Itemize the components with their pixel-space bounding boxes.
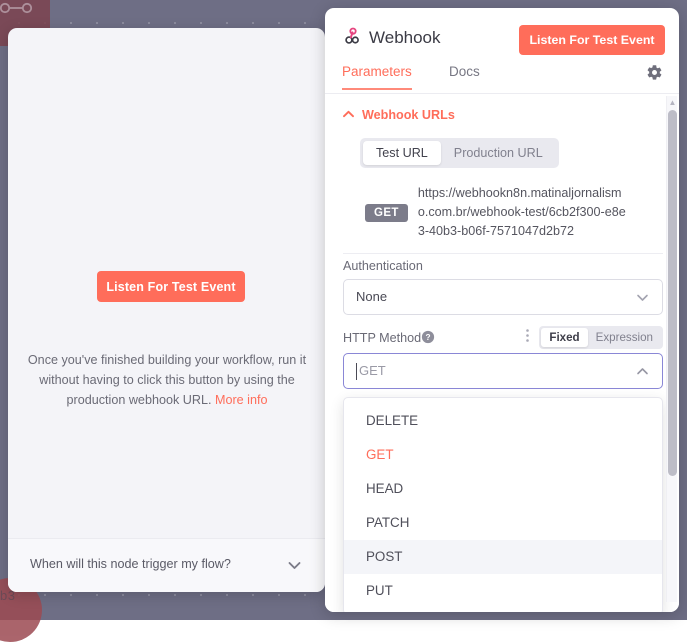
http-method-value: GET [359, 363, 386, 378]
listen-for-test-event-button-header[interactable]: Listen For Test Event [519, 25, 665, 55]
fixed-expression-toggle: Fixed Expression [539, 326, 663, 349]
node-detail-panel: Webhook Listen For Test Event Parameters… [325, 8, 679, 612]
webhook-icon [342, 27, 362, 47]
http-method-label: HTTP Method [343, 331, 421, 345]
text-cursor [356, 363, 357, 380]
authentication-select[interactable]: None [343, 279, 663, 315]
node-title: Webhook [369, 28, 441, 48]
http-method-input[interactable]: GET [343, 353, 663, 389]
trigger-input-panel: Listen For Test Event Once you've finish… [8, 28, 325, 592]
triangle-up-icon[interactable]: ▲ [668, 98, 677, 107]
authentication-label: Authentication [343, 259, 423, 273]
svg-text:?: ? [425, 332, 430, 342]
webhook-url-card: Test URL Production URL GET https://webh… [343, 130, 663, 254]
dropdown-option-head[interactable]: HEAD [344, 472, 662, 506]
webhook-url-row: GET https://webhookn8n.matinaljornalismo… [343, 184, 663, 241]
webhook-url-text[interactable]: https://webhookn8n.matinaljornalismo.com… [418, 184, 632, 241]
production-url-hint: Once you've finished building your workf… [26, 350, 308, 410]
scrollbar-thumb[interactable] [668, 110, 677, 476]
test-url-tab[interactable]: Test URL [363, 141, 441, 165]
workflow-canvas[interactable]: b3 Listen For Test Event Once you've fin… [0, 0, 687, 620]
trigger-question-label: When will this node trigger my flow? [30, 557, 231, 571]
chevron-down-icon [286, 557, 303, 579]
fixed-option[interactable]: Fixed [541, 328, 587, 347]
listen-for-test-event-button[interactable]: Listen For Test Event [97, 271, 245, 302]
gear-icon[interactable] [646, 64, 663, 86]
webhook-urls-section-header[interactable]: Webhook URLs [343, 108, 455, 122]
authentication-value: None [356, 289, 387, 304]
more-info-link[interactable]: More info [215, 393, 268, 407]
parameter-options: Fixed Expression [525, 326, 663, 349]
panel-body: Webhook URLs Test URL Production URL GET… [325, 94, 679, 612]
chevron-up-icon[interactable] [635, 364, 650, 384]
webhook-glyph-icon [0, 0, 34, 16]
trigger-question-accordion[interactable]: When will this node trigger my flow? [8, 538, 325, 592]
http-method-badge: GET [365, 204, 408, 222]
dropdown-option-get[interactable]: GET [344, 438, 662, 472]
url-environment-toggle: Test URL Production URL [360, 138, 559, 168]
dropdown-option-delete[interactable]: DELETE [344, 404, 662, 438]
production-url-tab[interactable]: Production URL [441, 141, 556, 165]
expression-option[interactable]: Expression [588, 328, 661, 347]
dropdown-option-patch[interactable]: PATCH [344, 506, 662, 540]
webhook-urls-label: Webhook URLs [362, 108, 455, 122]
chevron-down-icon [635, 290, 650, 310]
tab-strip: Parameters Docs [325, 62, 679, 94]
drag-dots-icon[interactable] [525, 328, 530, 348]
dropdown-option-put[interactable]: PUT [344, 574, 662, 608]
tab-docs[interactable]: Docs [449, 64, 480, 88]
tab-parameters[interactable]: Parameters [342, 64, 412, 90]
panel-scrollbar[interactable]: ▲ [666, 96, 677, 602]
chevron-up-icon [343, 109, 354, 121]
dropdown-arrow [357, 397, 371, 404]
help-circle-icon[interactable]: ? [421, 330, 435, 349]
http-method-dropdown: DELETE GET HEAD PATCH POST PUT [343, 397, 663, 612]
node-header: Webhook Listen For Test Event [325, 8, 679, 62]
dropdown-option-post[interactable]: POST [344, 540, 662, 574]
